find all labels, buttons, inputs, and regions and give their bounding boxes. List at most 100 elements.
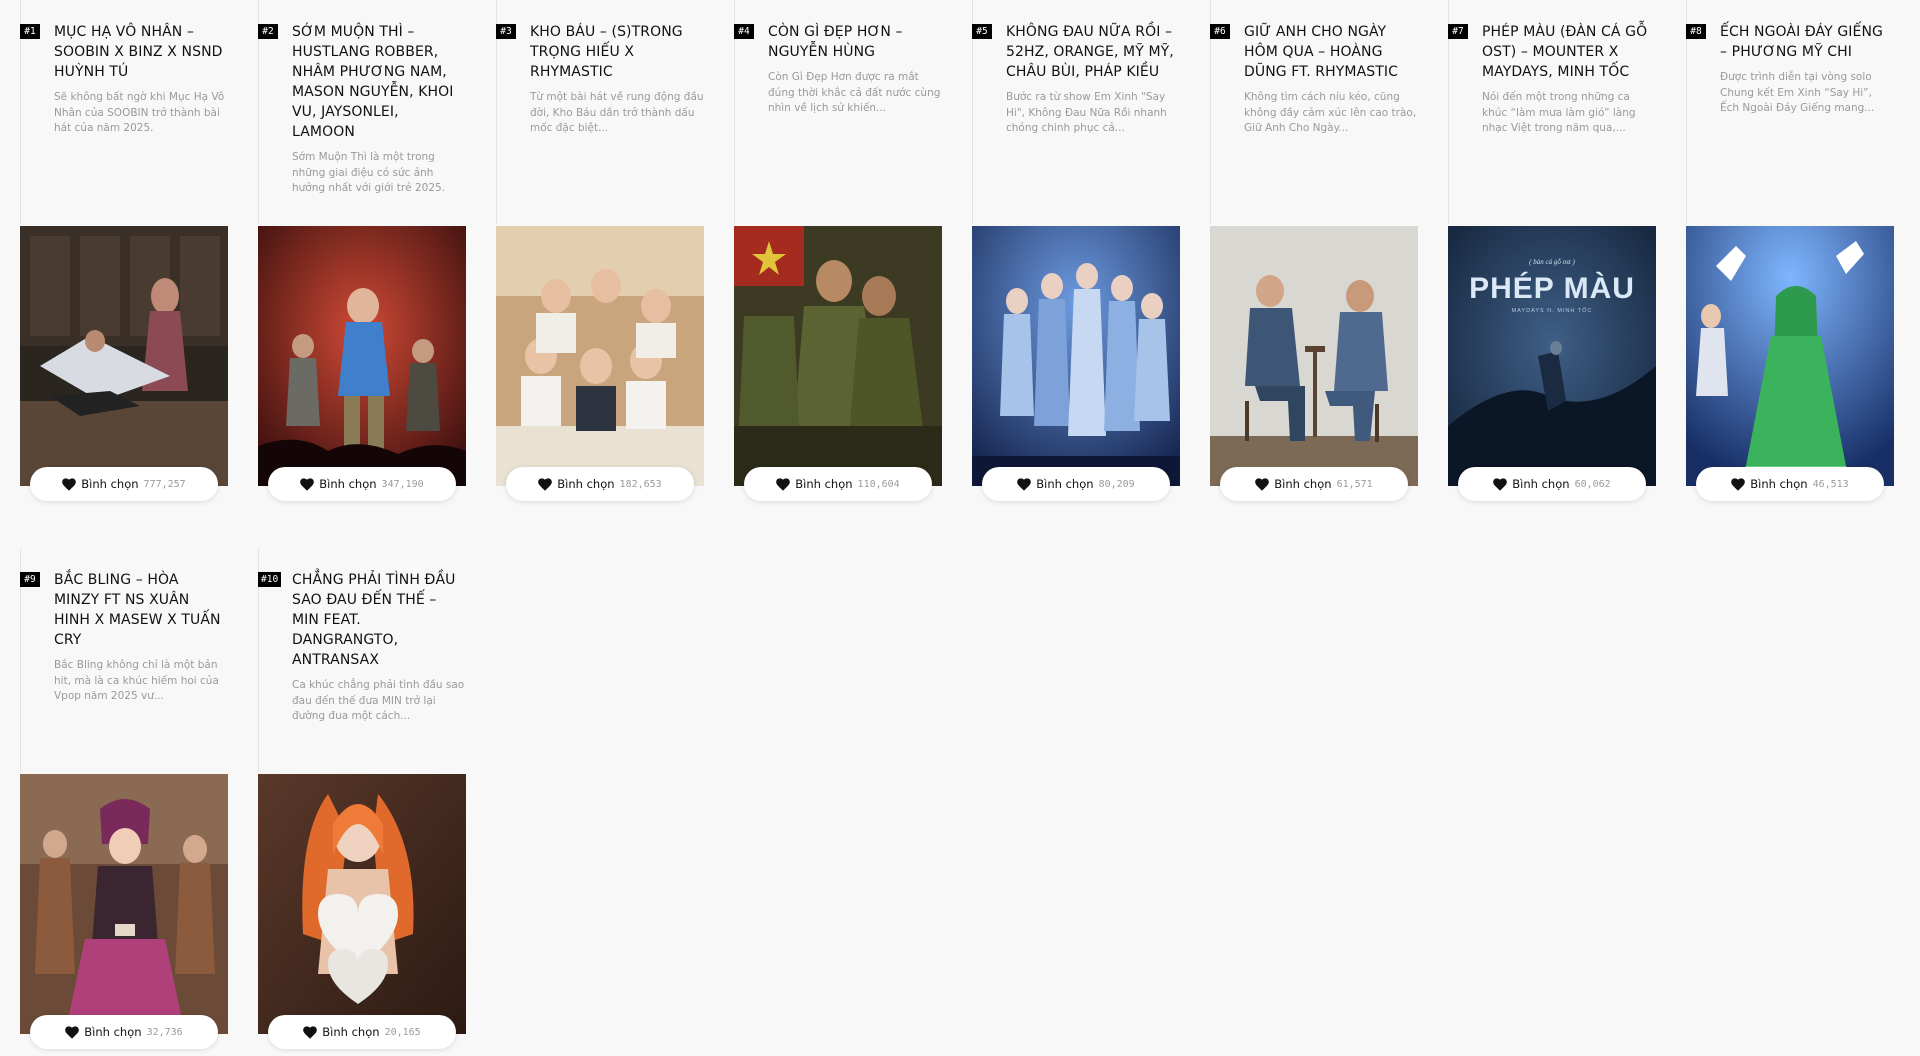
rank-badge: #2 xyxy=(258,24,278,39)
card-text: KHÔNG ĐAU NỮA RỒI – 52HZ, ORANGE, MỸ MỸ,… xyxy=(1006,22,1180,137)
vote-button[interactable]: Bình chọn 46,513 xyxy=(1696,467,1884,501)
vote-label: Bình chọn xyxy=(1274,477,1332,491)
heart-pillows-image[interactable] xyxy=(258,774,466,1034)
card-text: GIỮ ANH CHO NGÀY HÔM QUA – HOÀNG DŨNG FT… xyxy=(1244,22,1418,137)
song-description: Được trình diễn tại vòng solo Chung kết … xyxy=(1720,71,1875,114)
svg-text:PHÉP MÀU: PHÉP MÀU xyxy=(1469,271,1635,305)
song-card-4[interactable]: #4 CÒN GÌ ĐẸP HƠN – NGUYỄN HÙNG Còn Gì Đ… xyxy=(734,0,942,508)
two-men-seated-image-art xyxy=(1210,226,1418,486)
song-card-5[interactable]: #5 KHÔNG ĐAU NỮA RỒI – 52HZ, ORANGE, MỸ … xyxy=(972,0,1180,508)
vote-label: Bình chọn xyxy=(795,477,853,491)
song-description: Còn Gì Đẹp Hơn được ra mắt đúng thời khắ… xyxy=(768,71,941,114)
heart-icon xyxy=(1255,477,1270,491)
song-card-7[interactable]: #7 PHÉP MÀU (ĐÀN CÁ GỖ OST) – MOUNTER X … xyxy=(1448,0,1656,508)
phep-mau-poster-image-art: ( bàn cá gỗ ost ) PHÉP MÀU MAYDAYS ft. M… xyxy=(1448,226,1656,486)
heart-icon xyxy=(776,477,791,491)
girl-group-image-art xyxy=(972,226,1180,486)
rank-badge: #4 xyxy=(734,24,754,39)
rank-badge: #1 xyxy=(20,24,40,39)
vote-button[interactable]: Bình chọn 60,062 xyxy=(1458,467,1646,501)
classroom-group-image-art xyxy=(496,226,704,486)
stage-performance-image-art xyxy=(20,226,228,486)
rank-badge: #10 xyxy=(258,572,282,587)
stage-performance-image[interactable] xyxy=(20,226,228,486)
rank-badge: #5 xyxy=(972,24,992,39)
vote-count: 182,653 xyxy=(619,478,662,490)
song-description: Sớm Muộn Thì là một trong những giai điệ… xyxy=(292,151,446,194)
soldiers-image-art xyxy=(734,226,942,486)
phep-mau-poster-image[interactable]: ( bàn cá gỗ ost ) PHÉP MÀU MAYDAYS ft. M… xyxy=(1448,226,1656,486)
song-title[interactable]: PHÉP MÀU (ĐÀN CÁ GỖ OST) – MOUNTER X MAY… xyxy=(1482,22,1656,82)
concert-stage-image-art xyxy=(258,226,466,486)
song-card-6[interactable]: #6 GIỮ ANH CHO NGÀY HÔM QUA – HOÀNG DŨNG… xyxy=(1210,0,1418,508)
song-title[interactable]: MỤC HẠ VÔ NHÂN – SOOBIN X BINZ X NSND HU… xyxy=(54,22,228,82)
song-description: Nói đến một trong những ca khúc “làm mưa… xyxy=(1482,91,1636,134)
song-card-3[interactable]: #3 KHO BÁU – (S)TRONG TRỌNG HIẾU X RHYMA… xyxy=(496,0,704,508)
song-title[interactable]: SỚM MUỘN THÌ – HUSTLANG ROBBER, NHÂM PHƯ… xyxy=(292,22,466,142)
vote-label: Bình chọn xyxy=(1750,477,1808,491)
soldiers-image[interactable] xyxy=(734,226,942,486)
vote-count: 347,190 xyxy=(381,478,424,490)
vote-button[interactable]: Bình chọn 777,257 xyxy=(30,467,218,501)
card-text: KHO BÁU – (S)TRONG TRỌNG HIẾU X RHYMASTI… xyxy=(530,22,704,137)
rank-badge: #3 xyxy=(496,24,516,39)
card-text: CÒN GÌ ĐẸP HƠN – NGUYỄN HÙNG Còn Gì Đẹp … xyxy=(768,22,942,117)
vote-button[interactable]: Bình chọn 80,209 xyxy=(982,467,1170,501)
classroom-group-image[interactable] xyxy=(496,226,704,486)
song-title[interactable]: KHÔNG ĐAU NỮA RỒI – 52HZ, ORANGE, MỸ MỸ,… xyxy=(1006,22,1180,82)
vote-count: 61,571 xyxy=(1336,478,1373,490)
song-card-1[interactable]: #1 MỤC HẠ VÔ NHÂN – SOOBIN X BINZ X NSND… xyxy=(20,0,228,508)
vote-count: 46,513 xyxy=(1812,478,1849,490)
heart-icon xyxy=(1731,477,1746,491)
song-description: Từ một bài hát về rung động đầu đời, Kho… xyxy=(530,91,704,134)
vote-button[interactable]: Bình chọn 110,604 xyxy=(744,467,932,501)
vote-count: 110,604 xyxy=(857,478,900,490)
vote-button[interactable]: Bình chọn 347,190 xyxy=(268,467,456,501)
traditional-dress-image[interactable] xyxy=(20,774,228,1034)
song-card-9[interactable]: #9 BẮC BLING – HÒA MINZY FT NS XUÂN HINH… xyxy=(20,548,228,1056)
vote-label: Bình chọn xyxy=(84,1025,142,1039)
green-costume-performer-image-art xyxy=(1686,226,1894,486)
card-text: PHÉP MÀU (ĐÀN CÁ GỖ OST) – MOUNTER X MAY… xyxy=(1482,22,1656,137)
card-text: BẮC BLING – HÒA MINZY FT NS XUÂN HINH X … xyxy=(54,570,228,705)
green-costume-performer-image[interactable] xyxy=(1686,226,1894,486)
vote-button[interactable]: Bình chọn 32,736 xyxy=(30,1015,218,1049)
vote-count: 60,062 xyxy=(1574,478,1611,490)
song-title[interactable]: GIỮ ANH CHO NGÀY HÔM QUA – HOÀNG DŨNG FT… xyxy=(1244,22,1418,82)
svg-text:( bàn cá gỗ ost ): ( bàn cá gỗ ost ) xyxy=(1529,258,1575,266)
vote-button[interactable]: Bình chọn 61,571 xyxy=(1220,467,1408,501)
vote-label: Bình chọn xyxy=(319,477,377,491)
vote-button[interactable]: Bình chọn 20,165 xyxy=(268,1015,456,1049)
vote-count: 777,257 xyxy=(143,478,186,490)
song-card-10[interactable]: #10 CHẲNG PHẢI TÌNH ĐẦU SAO ĐAU ĐẾN THẾ … xyxy=(258,548,466,1056)
rank-badge: #9 xyxy=(20,572,40,587)
song-card-8[interactable]: #8 ẾCH NGOÀI ĐÁY GIẾNG – PHƯƠNG MỸ CHI Đ… xyxy=(1686,0,1894,508)
vote-label: Bình chọn xyxy=(557,477,615,491)
vote-label: Bình chọn xyxy=(1036,477,1094,491)
card-text: CHẲNG PHẢI TÌNH ĐẦU SAO ĐAU ĐẾN THẾ – MI… xyxy=(292,570,466,725)
song-title[interactable]: ẾCH NGOÀI ĐÁY GIẾNG – PHƯƠNG MỸ CHI xyxy=(1720,22,1894,62)
traditional-dress-image-art xyxy=(20,774,228,1034)
rank-badge: #6 xyxy=(1210,24,1230,39)
vote-button[interactable]: Bình chọn 182,653 xyxy=(506,467,694,501)
song-card-2[interactable]: #2 SỚM MUỘN THÌ – HUSTLANG ROBBER, NHÂM … xyxy=(258,0,466,508)
rank-badge: #8 xyxy=(1686,24,1706,39)
song-title[interactable]: CHẲNG PHẢI TÌNH ĐẦU SAO ĐAU ĐẾN THẾ – MI… xyxy=(292,570,466,670)
vote-label: Bình chọn xyxy=(81,477,139,491)
song-title[interactable]: KHO BÁU – (S)TRONG TRỌNG HIẾU X RHYMASTI… xyxy=(530,22,704,82)
heart-icon xyxy=(538,477,553,491)
vote-count: 20,165 xyxy=(384,1026,421,1038)
song-title[interactable]: CÒN GÌ ĐẸP HƠN – NGUYỄN HÙNG xyxy=(768,22,942,62)
heart-icon xyxy=(62,477,77,491)
song-description: Sẽ không bất ngờ khi Mục Hạ Vô Nhân của … xyxy=(54,91,225,134)
concert-stage-image[interactable] xyxy=(258,226,466,486)
svg-text:MAYDAYS ft. MINH TỐC: MAYDAYS ft. MINH TỐC xyxy=(1512,307,1593,314)
girl-group-image[interactable] xyxy=(972,226,1180,486)
heart-icon xyxy=(1493,477,1508,491)
heart-icon xyxy=(1017,477,1032,491)
two-men-seated-image[interactable] xyxy=(1210,226,1418,486)
song-title[interactable]: BẮC BLING – HÒA MINZY FT NS XUÂN HINH X … xyxy=(54,570,228,650)
rank-badge: #7 xyxy=(1448,24,1468,39)
song-description: Bước ra từ show Em Xinh "Say Hi", Không … xyxy=(1006,91,1167,134)
heart-pillows-image-art xyxy=(258,774,466,1034)
